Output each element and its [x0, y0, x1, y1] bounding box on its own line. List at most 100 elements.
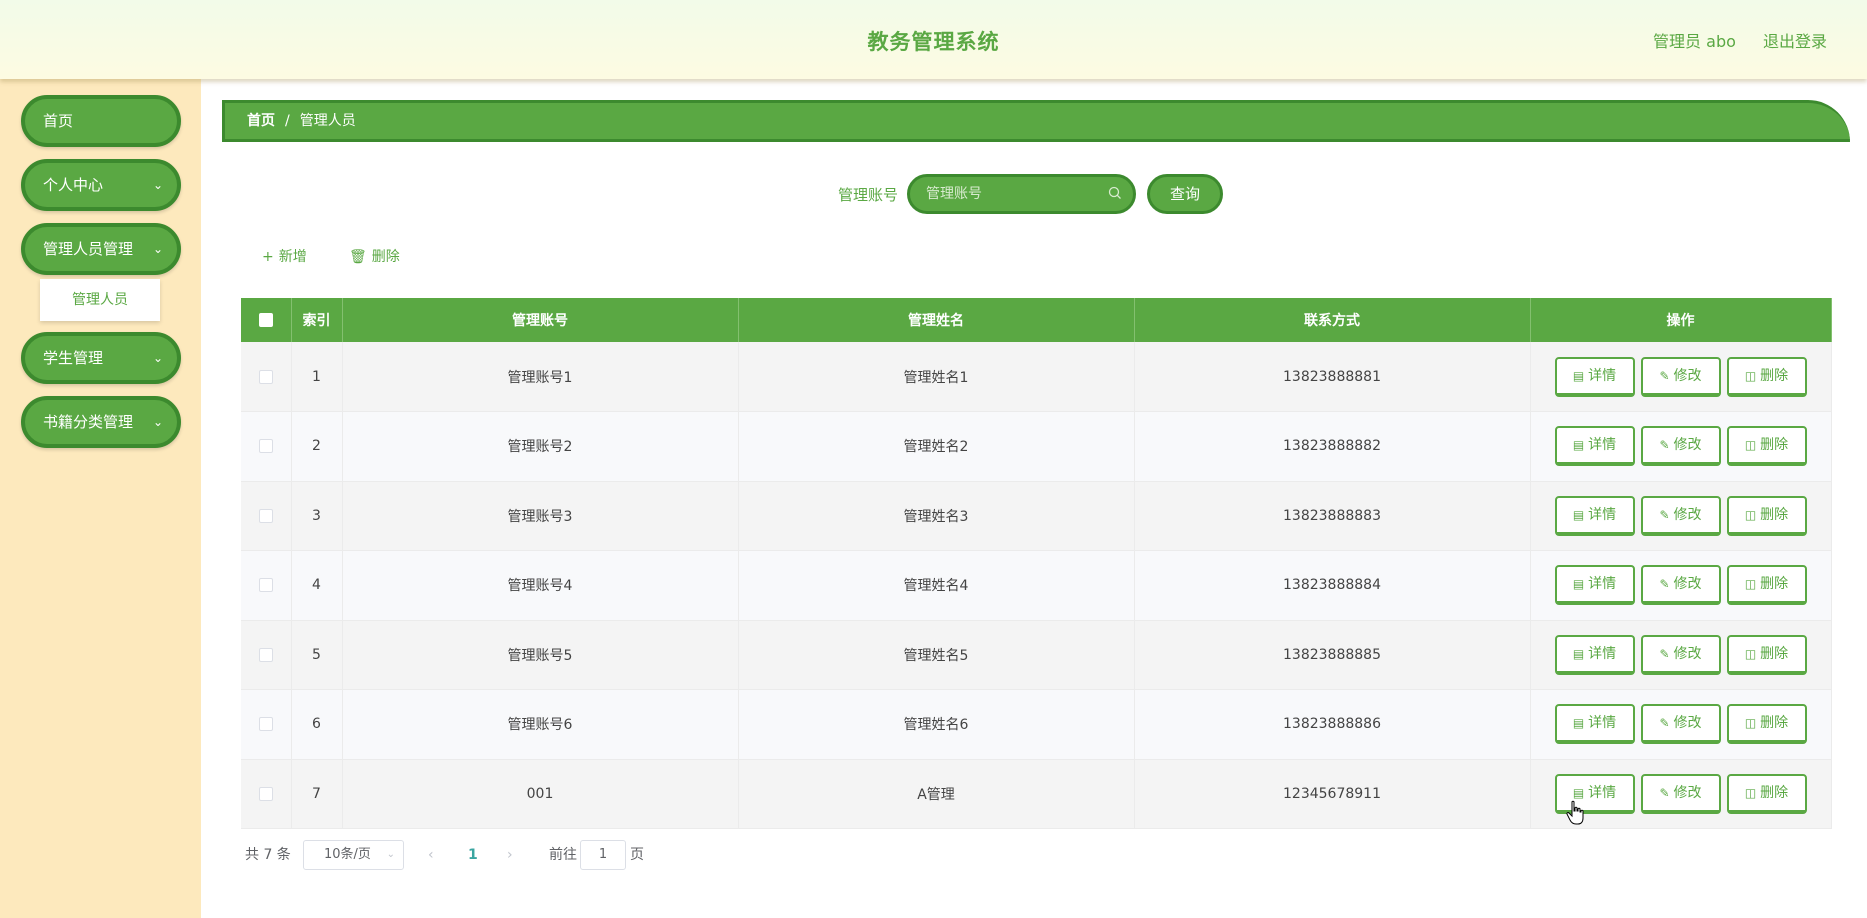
row-select-cell[interactable]: [241, 411, 292, 482]
delete-button[interactable]: ◫ 删除: [1726, 426, 1807, 467]
select-all-cell[interactable]: [241, 298, 292, 342]
row-select-cell[interactable]: [241, 342, 292, 412]
index-cell: 2: [291, 411, 343, 482]
detail-button[interactable]: ▤ 详情: [1554, 704, 1635, 745]
submenu-item-admins[interactable]: 管理人员: [40, 279, 160, 321]
delete-button-label: 删除: [1760, 645, 1789, 662]
row-select-cell[interactable]: [241, 620, 292, 690]
delete-button[interactable]: ◫ 删除: [1726, 356, 1807, 397]
breadcrumb: 首页 / 管理人员: [222, 100, 1850, 142]
search-field: [907, 174, 1136, 214]
detail-button-label: 详情: [1588, 645, 1617, 662]
phone-cell: 13823888885: [1134, 620, 1531, 690]
sidebar-item-label: 书籍分类管理: [43, 413, 134, 431]
page-size-select[interactable]: 10条/页 ⌄: [303, 840, 404, 870]
trash-icon: ◫: [1744, 368, 1757, 383]
pencil-icon: ✎: [1659, 438, 1670, 453]
next-page-button[interactable]: ›: [507, 840, 513, 870]
account-cell: 001: [342, 759, 739, 829]
sidebar-item-label: 管理人员管理: [43, 240, 134, 258]
chevron-down-icon: ⌄: [152, 415, 163, 429]
edit-button[interactable]: ✎ 修改: [1640, 426, 1721, 467]
delete-button-label: 删除: [1760, 437, 1789, 454]
edit-button[interactable]: ✎ 修改: [1640, 634, 1721, 675]
delete-button[interactable]: ◫ 删除: [1726, 634, 1807, 675]
phone-cell: 13823888882: [1134, 411, 1531, 482]
pencil-icon: ✎: [1659, 716, 1670, 731]
edit-button[interactable]: ✎ 修改: [1640, 704, 1721, 745]
add-button[interactable]: + 新增: [262, 246, 307, 266]
page-number[interactable]: 1: [468, 840, 478, 870]
row-checkbox[interactable]: [258, 786, 273, 801]
row-checkbox[interactable]: [258, 439, 273, 454]
detail-button-label: 详情: [1588, 576, 1617, 593]
delete-button[interactable]: ◫ 删除: [1726, 495, 1807, 536]
detail-button[interactable]: ▤ 详情: [1554, 495, 1635, 536]
edit-button[interactable]: ✎ 修改: [1640, 356, 1721, 397]
table-row: 2 管理账号2 管理姓名2 13823888882 ▤ 详情 ✎ 修改 ◫ 删除: [241, 411, 1832, 482]
table-row: 7 001 A管理 12345678911 ▤ 详情 ✎ 修改 ◫ 删除: [241, 759, 1832, 829]
actions-cell: ▤ 详情 ✎ 修改 ◫ 删除: [1530, 481, 1832, 551]
sidebar-item-home[interactable]: 首页: [21, 95, 181, 147]
sidebar-item-personal-center[interactable]: 个人中心 ⌄: [21, 159, 181, 211]
name-cell: 管理姓名3: [738, 481, 1135, 551]
row-select-cell[interactable]: [241, 550, 292, 621]
row-checkbox[interactable]: [258, 717, 273, 732]
row-checkbox[interactable]: [258, 578, 273, 593]
prev-page-button[interactable]: ‹: [428, 840, 434, 870]
add-button-label: 新增: [278, 249, 307, 265]
name-cell: A管理: [738, 759, 1135, 829]
detail-button[interactable]: ▤ 详情: [1554, 634, 1635, 675]
pencil-icon: ✎: [1659, 368, 1670, 383]
column-header: 联系方式: [1134, 298, 1531, 342]
sidebar-item-student-management[interactable]: 学生管理 ⌄: [21, 332, 181, 384]
detail-button[interactable]: ▤ 详情: [1554, 565, 1635, 606]
batch-delete-button[interactable]: 🗑︎ 删除: [349, 246, 400, 266]
search-label: 管理账号: [838, 186, 899, 204]
breadcrumb-home[interactable]: 首页: [247, 113, 275, 129]
name-cell: 管理姓名6: [738, 689, 1135, 760]
row-select-cell[interactable]: [241, 689, 292, 760]
chevron-down-icon: ⌄: [152, 351, 163, 365]
sidebar-item-admin-management[interactable]: 管理人员管理 ⌄: [21, 223, 181, 275]
select-all-checkbox[interactable]: [258, 313, 273, 327]
row-select-cell[interactable]: [241, 759, 292, 829]
account-cell: 管理账号3: [342, 481, 739, 551]
account-cell: 管理账号6: [342, 689, 739, 760]
delete-button[interactable]: ◫ 删除: [1726, 773, 1807, 814]
table-header-row: 索引 管理账号 管理姓名 联系方式 操作: [241, 298, 1832, 342]
edit-button[interactable]: ✎ 修改: [1640, 495, 1721, 536]
search-input[interactable]: [910, 177, 1100, 211]
hand-cursor-icon: [1566, 800, 1584, 825]
sidebar: 首页 个人中心 ⌄ 管理人员管理 ⌄ 管理人员 学生管理 ⌄ 书籍分类管理 ⌄: [0, 79, 201, 918]
edit-button[interactable]: ✎ 修改: [1640, 773, 1721, 814]
actions-cell: ▤ 详情 ✎ 修改 ◫ 删除: [1530, 550, 1832, 621]
row-checkbox[interactable]: [258, 508, 273, 523]
logout-link[interactable]: 退出登录: [1763, 32, 1827, 51]
chevron-down-icon: ⌄: [152, 178, 163, 192]
column-header: 管理账号: [342, 298, 739, 342]
actions-cell: ▤ 详情 ✎ 修改 ◫ 删除: [1530, 620, 1832, 690]
trash-icon: 🗑︎: [349, 249, 367, 265]
document-icon: ▤: [1572, 438, 1585, 453]
row-checkbox[interactable]: [258, 647, 273, 662]
trash-icon: ◫: [1744, 577, 1757, 592]
header-user-area: 管理员 abo 退出登录: [1631, 28, 1827, 52]
row-select-cell[interactable]: [241, 481, 292, 551]
document-icon: ▤: [1572, 716, 1585, 731]
edit-button[interactable]: ✎ 修改: [1640, 565, 1721, 606]
query-button[interactable]: 查询: [1147, 174, 1223, 214]
sidebar-item-label: 学生管理: [43, 349, 104, 367]
detail-button[interactable]: ▤ 详情: [1554, 426, 1635, 467]
row-checkbox[interactable]: [258, 369, 273, 384]
delete-button[interactable]: ◫ 删除: [1726, 704, 1807, 745]
trash-icon: ◫: [1744, 716, 1757, 731]
column-header: 索引: [291, 298, 343, 342]
table-row: 5 管理账号5 管理姓名5 13823888885 ▤ 详情 ✎ 修改 ◫ 删除: [241, 620, 1832, 690]
detail-button[interactable]: ▤ 详情: [1554, 356, 1635, 397]
index-cell: 3: [291, 481, 343, 551]
sidebar-item-book-category[interactable]: 书籍分类管理 ⌄: [21, 396, 181, 448]
goto-page-input[interactable]: 1: [580, 840, 626, 870]
edit-button-label: 修改: [1673, 367, 1702, 384]
delete-button[interactable]: ◫ 删除: [1726, 565, 1807, 606]
